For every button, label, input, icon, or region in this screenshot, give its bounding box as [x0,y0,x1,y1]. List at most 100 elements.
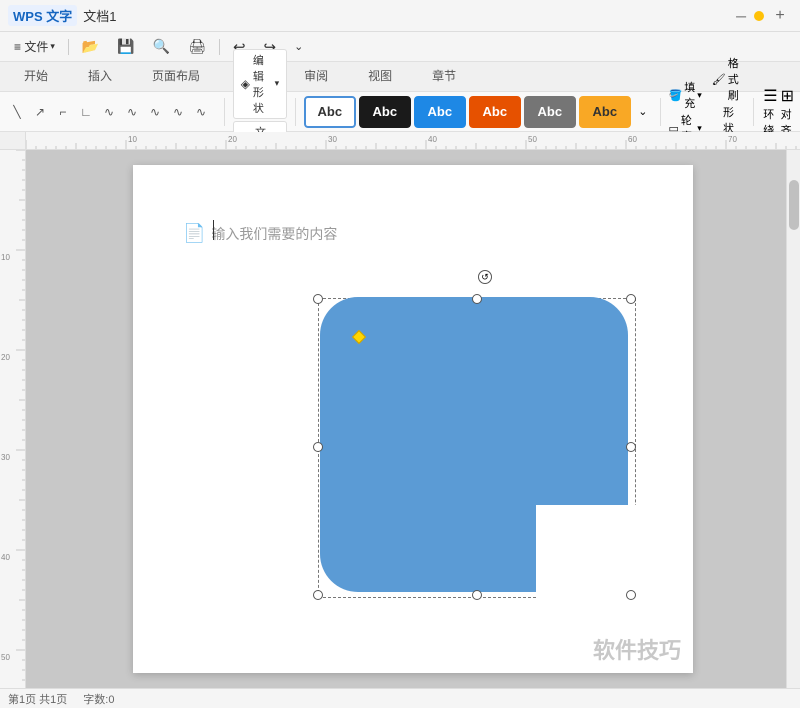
svg-text:50: 50 [528,135,537,144]
doc-title: 文档1 [83,6,116,25]
main-content: 10203040506070 1020304050 📄 输入我们需要的内容 [0,132,800,688]
align-button[interactable]: ⊞ 对齐 [781,86,794,138]
text-prompt-area: 📄 输入我们需要的内容 [183,223,337,244]
draw-tool-line[interactable]: ╲ [6,101,28,123]
ruler-v-svg: 1020304050 [0,150,26,688]
svg-text:30: 30 [328,135,337,144]
tab-insert[interactable]: 插入 [68,62,132,91]
status-bar: 第1页 共1页 字数:0 [0,688,800,708]
toolbar-divider-3 [660,98,661,126]
svg-text:60: 60 [628,135,637,144]
shape-style-black[interactable]: Abc [359,96,411,128]
tab-review[interactable]: 审阅 [284,62,348,91]
svg-text:20: 20 [1,353,10,362]
ruler-horizontal: 10203040506070 [26,132,800,150]
content-row: 1020304050 📄 输入我们需要的内容 [0,150,800,688]
scrollbar-vertical[interactable] [786,150,800,688]
ruler-h-svg: 10203040506070 [26,132,800,150]
ruler-vertical: 1020304050 [0,150,26,688]
word-count: 字数:0 [83,691,114,707]
tab-chapter[interactable]: 章节 [412,62,476,91]
svg-text:30: 30 [1,453,10,462]
draw-tool-curve1[interactable]: ∿ [98,101,120,123]
chevron-down-icon: ▾ [50,41,55,52]
shape-style-orange[interactable]: Abc [469,96,521,128]
handle-mid-left[interactable] [313,442,323,452]
svg-text:10: 10 [128,135,137,144]
title-bar-left: WPS 文字 文档1 [8,5,116,26]
handle-top-right[interactable] [626,294,636,304]
window-minimize-button[interactable]: ─ [732,8,750,24]
handle-top-center[interactable] [472,294,482,304]
toolbar-divider-2 [295,98,296,126]
tab-view[interactable]: 视图 [348,62,412,91]
handle-bottom-right[interactable] [626,590,636,600]
align-icon: ⊞ [781,86,794,106]
new-tab-button[interactable]: + [768,4,792,28]
shape-svg [318,295,638,605]
svg-text:40: 40 [428,135,437,144]
handle-rotate[interactable]: ↺ [478,270,492,284]
quick-print[interactable]: 🖨 [180,35,214,58]
draw-tool-curve3[interactable]: ∿ [144,101,166,123]
draw-tools-group: ╲ ↗ ⌐ ∟ ∿ ∿ ∿ ∿ ∿ [6,101,212,123]
shape-style-white[interactable]: Abc [304,96,356,128]
doc-area: 📄 输入我们需要的内容 [26,150,800,688]
shape-style-white-label: Abc [318,104,343,119]
draw-tool-curve4[interactable]: ∿ [167,101,189,123]
chevron-fill: ▾ [697,90,702,101]
edit-shape-icon: ◈ [241,77,250,91]
draw-tool-freeform[interactable]: ∿ [190,101,212,123]
ruler-corner [0,132,26,150]
draw-tool-curve2[interactable]: ∿ [121,101,143,123]
draw-tool-angle[interactable]: ⌐ [52,101,74,123]
menu-separator-2 [219,39,220,55]
shape-style-yellow[interactable]: Abc [579,96,631,128]
watermark: 软件技巧 [593,633,681,665]
shape-style-blue[interactable]: Abc [414,96,466,128]
shape-style-gray-label: Abc [538,104,563,119]
svg-text:10: 10 [1,253,10,262]
toolbar-divider-4 [753,98,754,126]
shape-style-blue-label: Abc [428,104,453,119]
shape-style-gray[interactable]: Abc [524,96,576,128]
draw-tool-arrow[interactable]: ↗ [29,101,51,123]
shape-style-yellow-label: Abc [593,104,618,119]
menu-separator-1 [68,39,69,55]
quick-more[interactable]: ⌄ [286,37,311,56]
quick-open[interactable]: 📂 [74,35,107,58]
format-brush-icon: 🖌 [712,73,726,86]
doc-icon: 📄 [183,223,205,244]
fill-button[interactable]: 🪣 填充 ▾ [668,79,701,111]
handle-top-left[interactable] [313,294,323,304]
handle-bottom-center[interactable] [472,590,482,600]
draw-tool-corner[interactable]: ∟ [75,101,97,123]
tab-start[interactable]: 开始 [4,62,68,91]
wrap-button[interactable]: ☰ 环绕 [763,86,777,138]
doc-page[interactable]: 📄 输入我们需要的内容 [133,165,693,673]
handle-bottom-left[interactable] [313,590,323,600]
title-bar-controls: ─ + [732,4,792,28]
wrap-align-section: ☰ 环绕 ⊞ 对齐 [763,86,794,138]
edit-shape-button[interactable]: ◈ 编辑形状 ▾ [233,49,287,119]
quick-save[interactable]: 💾 [109,35,142,58]
quick-search[interactable]: 🔍 [145,35,178,58]
shape-wrapper[interactable]: ↺ [318,280,638,590]
shape-style-orange-label: Abc [483,104,508,119]
wrap-icon: ☰ [763,86,777,106]
menu-file-label: ≡ 文件 [14,38,48,55]
fill-icon: 🪣 [668,89,682,102]
chevron-down-icon-2: ▾ [275,78,280,89]
shape-styles-more[interactable]: ⌄ [634,98,652,126]
edit-shape-label: 编辑形状 [253,52,272,116]
format-brush-label: 格式刷 [728,55,743,103]
title-bar: WPS 文字 文档1 ─ + [0,0,800,32]
svg-text:20: 20 [228,135,237,144]
menu-file[interactable]: ≡ 文件 ▾ [6,35,63,58]
format-brush-button[interactable]: 🖌 格式刷 [712,55,743,103]
scrollbar-thumb[interactable] [789,180,799,230]
handle-mid-right[interactable] [626,442,636,452]
tab-page-layout[interactable]: 页面布局 [132,62,220,91]
shape-style-black-label: Abc [373,104,398,119]
shape-styles-group: Abc Abc Abc Abc Abc Abc ⌄ [304,96,652,128]
